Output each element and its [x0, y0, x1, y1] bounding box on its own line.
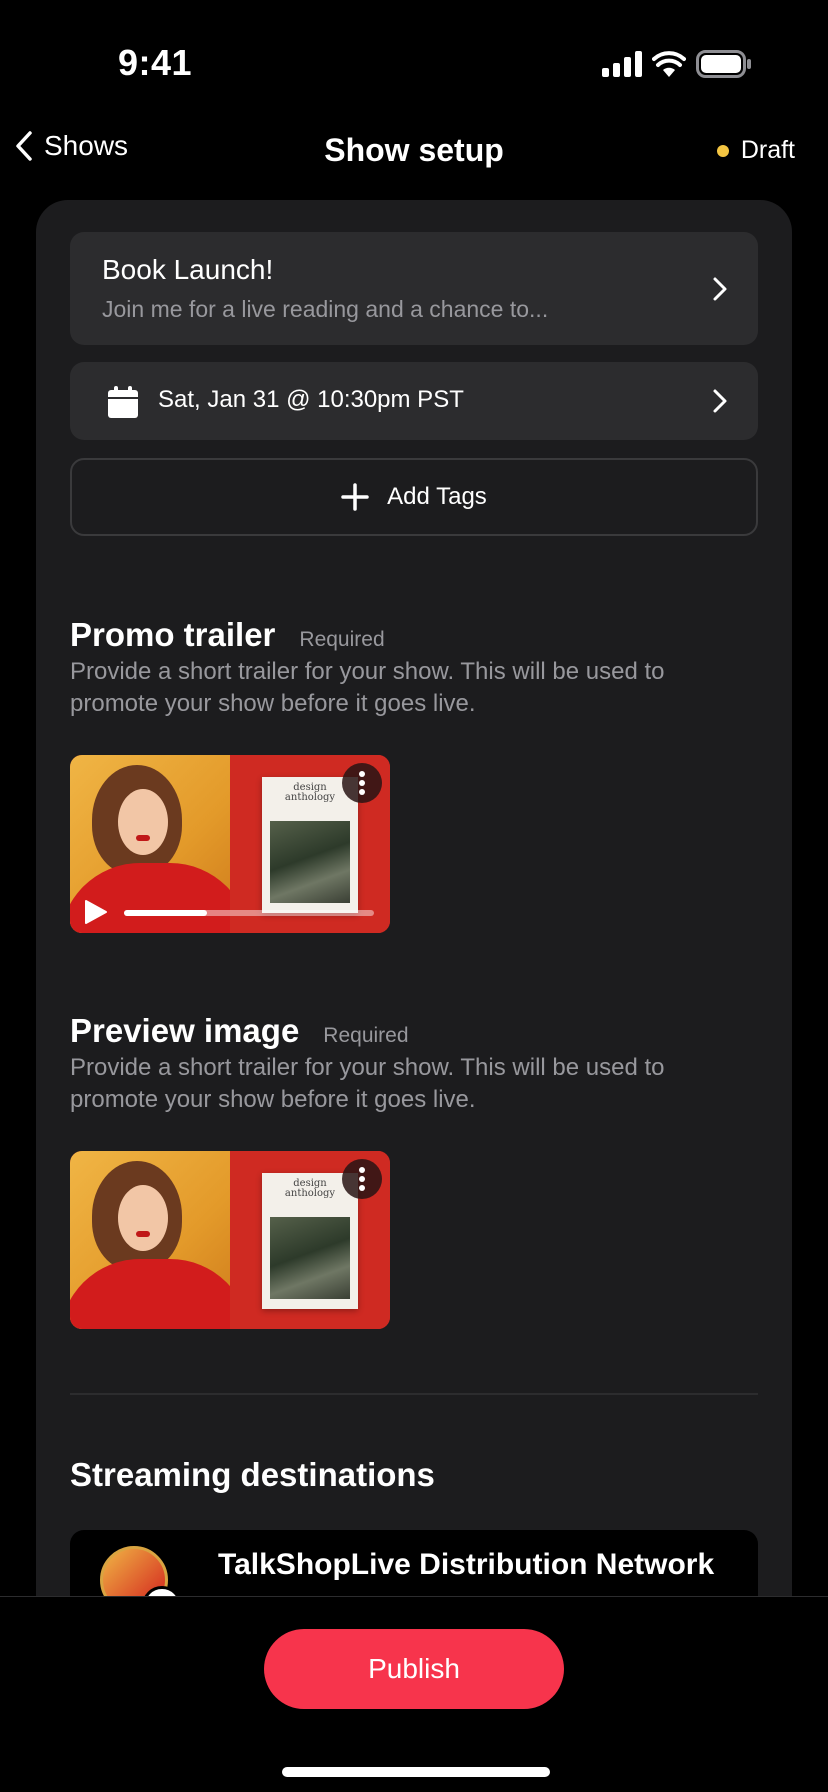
schedule-row[interactable]: Sat, Jan 31 @ 10:30pm PST — [70, 362, 758, 440]
promo-trailer-video[interactable]: design anthology — [70, 755, 390, 933]
trailer-progress-bar[interactable] — [124, 910, 374, 916]
status-time: 9:41 — [118, 42, 193, 83]
battery-icon — [696, 50, 751, 78]
promo-trailer-header: Promo trailer Required — [70, 616, 385, 654]
streaming-destinations-title: Streaming destinations — [70, 1456, 435, 1493]
required-tag: Required — [323, 1024, 409, 1047]
status-badge-label: Draft — [740, 136, 795, 164]
schedule-text: Sat, Jan 31 @ 10:30pm PST — [158, 386, 464, 413]
home-indicator — [282, 1767, 550, 1777]
chevron-left-icon — [16, 131, 32, 161]
book-cover: design anthology — [262, 777, 358, 913]
status-icons — [602, 48, 752, 80]
back-button[interactable]: Shows — [14, 130, 128, 162]
calendar-icon — [108, 386, 138, 418]
trailer-more-options-button[interactable] — [342, 763, 382, 803]
show-title: Book Launch! — [102, 254, 274, 285]
preview-image[interactable]: design anthology — [70, 1151, 390, 1329]
plus-icon — [341, 483, 369, 511]
show-description: Join me for a live reading and a chance … — [102, 296, 549, 322]
publish-button[interactable]: Publish — [264, 1629, 564, 1709]
wifi-icon — [652, 51, 686, 77]
required-tag: Required — [299, 628, 385, 651]
chevron-right-icon — [713, 389, 727, 413]
section-divider — [70, 1393, 758, 1395]
destination-name: TalkShopLive Distribution Network — [218, 1548, 715, 1581]
chevron-right-icon — [713, 277, 727, 300]
play-icon[interactable] — [84, 899, 108, 925]
preview-image-description: Provide a short trailer for your show. T… — [70, 1054, 665, 1113]
cellular-signal-icon — [602, 51, 642, 77]
promo-trailer-title: Promo trailer — [70, 616, 276, 653]
show-setup-card: Book Launch! Join me for a live reading … — [36, 200, 792, 1700]
bottom-action-bar: Publish — [0, 1596, 828, 1792]
status-dot-icon — [716, 144, 729, 157]
more-vertical-icon — [359, 1167, 365, 1191]
trailer-progress-fill — [124, 910, 207, 916]
preview-person-image — [70, 1151, 250, 1329]
preview-image-title: Preview image — [70, 1012, 300, 1049]
nav-bar: Show setup Shows Draft — [0, 120, 828, 184]
book-cover: design anthology — [262, 1173, 358, 1309]
back-button-label: Shows — [44, 130, 129, 161]
more-vertical-icon — [359, 771, 365, 795]
add-tags-button[interactable]: Add Tags — [70, 458, 758, 536]
show-details-row[interactable]: Book Launch! Join me for a live reading … — [70, 232, 758, 345]
promo-trailer-description: Provide a short trailer for your show. T… — [70, 658, 665, 717]
status-bar: 9:41 — [0, 0, 828, 120]
preview-image-header: Preview image Required — [70, 1012, 409, 1050]
preview-more-options-button[interactable] — [342, 1159, 382, 1199]
draft-status-badge: Draft — [716, 136, 795, 165]
add-tags-label: Add Tags — [387, 483, 487, 510]
